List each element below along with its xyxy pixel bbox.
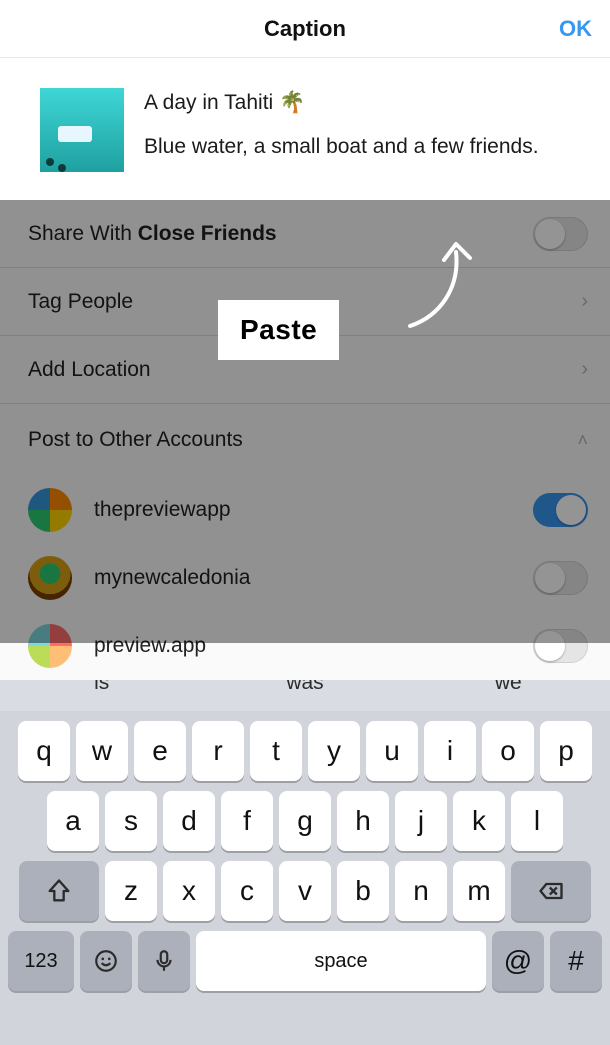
key-w[interactable]: w	[76, 721, 128, 781]
key-e[interactable]: e	[134, 721, 186, 781]
hash-key[interactable]: #	[550, 931, 602, 991]
arrow-annotation-icon	[400, 238, 478, 328]
key-u[interactable]: u	[366, 721, 418, 781]
key-i[interactable]: i	[424, 721, 476, 781]
post-other-accounts-header[interactable]: Post to Other Accounts ˄	[0, 404, 610, 476]
key-g[interactable]: g	[279, 791, 331, 851]
caption-line-2: Blue water, a small boat and a few frien…	[144, 132, 539, 162]
shift-key[interactable]	[19, 861, 99, 921]
numbers-key[interactable]: 123	[8, 931, 74, 991]
key-y[interactable]: y	[308, 721, 360, 781]
account-name: preview.app	[94, 634, 533, 658]
key-t[interactable]: t	[250, 721, 302, 781]
keyboard-row-1: q w e r t y u i o p	[0, 711, 610, 781]
caption-row[interactable]: A day in Tahiti 🌴 Blue water, a small bo…	[0, 58, 610, 200]
account-toggle[interactable]	[533, 629, 588, 663]
add-location-label: Add Location	[28, 358, 581, 382]
account-toggle[interactable]	[533, 493, 588, 527]
key-o[interactable]: o	[482, 721, 534, 781]
post-other-accounts-label: Post to Other Accounts	[28, 428, 577, 452]
key-n[interactable]: n	[395, 861, 447, 921]
backspace-key[interactable]	[511, 861, 591, 921]
chevron-right-icon: ›	[581, 290, 588, 313]
key-f[interactable]: f	[221, 791, 273, 851]
keyboard-row-2: a s d f g h j k l	[0, 781, 610, 851]
at-key[interactable]: @	[492, 931, 544, 991]
caption-line-1: A day in Tahiti 🌴	[144, 88, 539, 118]
chevron-right-icon: ›	[581, 358, 588, 381]
header: Caption OK	[0, 0, 610, 58]
screen: Caption OK A day in Tahiti 🌴 Blue water,…	[0, 0, 610, 1045]
key-c[interactable]: c	[221, 861, 273, 921]
dictation-key[interactable]	[138, 931, 190, 991]
key-m[interactable]: m	[453, 861, 505, 921]
account-toggle[interactable]	[533, 561, 588, 595]
account-name: mynewcaledonia	[94, 566, 533, 590]
key-v[interactable]: v	[279, 861, 331, 921]
key-a[interactable]: a	[47, 791, 99, 851]
key-x[interactable]: x	[163, 861, 215, 921]
key-p[interactable]: p	[540, 721, 592, 781]
key-q[interactable]: q	[18, 721, 70, 781]
ok-button[interactable]: OK	[559, 16, 592, 42]
key-h[interactable]: h	[337, 791, 389, 851]
avatar	[28, 624, 72, 668]
key-k[interactable]: k	[453, 791, 505, 851]
key-r[interactable]: r	[192, 721, 244, 781]
share-close-friends-row[interactable]: Share With Close Friends	[0, 200, 610, 268]
avatar	[28, 556, 72, 600]
paste-callout: Paste	[218, 300, 339, 360]
caption-text[interactable]: A day in Tahiti 🌴 Blue water, a small bo…	[144, 88, 539, 163]
share-close-friends-toggle[interactable]	[533, 217, 588, 251]
keyboard: is was we q w e r t y u i o p a s d f g …	[0, 655, 610, 1045]
key-s[interactable]: s	[105, 791, 157, 851]
key-d[interactable]: d	[163, 791, 215, 851]
account-row[interactable]: thepreviewapp	[0, 476, 610, 544]
space-key[interactable]: space	[196, 931, 486, 991]
emoji-key[interactable]	[80, 931, 132, 991]
post-thumbnail[interactable]	[40, 88, 124, 172]
avatar	[28, 488, 72, 532]
keyboard-row-3: z x c v b n m	[0, 851, 610, 921]
page-title: Caption	[264, 16, 346, 42]
key-b[interactable]: b	[337, 861, 389, 921]
account-row[interactable]: mynewcaledonia	[0, 544, 610, 612]
chevron-up-icon: ˄	[577, 430, 588, 451]
options-panel: Share With Close Friends Tag People › Ad…	[0, 200, 610, 643]
key-z[interactable]: z	[105, 861, 157, 921]
keyboard-row-4: 123 space @ #	[0, 921, 610, 1003]
account-row[interactable]: preview.app	[0, 612, 610, 680]
key-j[interactable]: j	[395, 791, 447, 851]
account-name: thepreviewapp	[94, 498, 533, 522]
key-l[interactable]: l	[511, 791, 563, 851]
